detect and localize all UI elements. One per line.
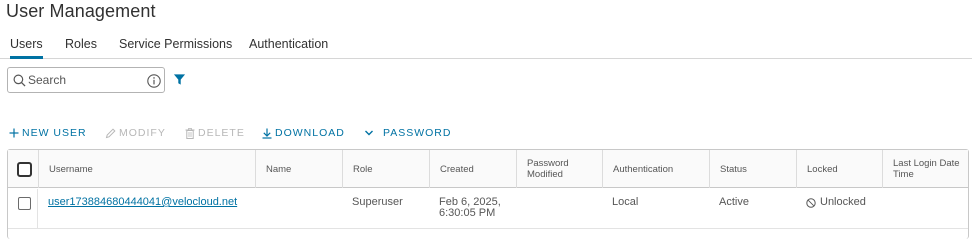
tab-bar: Users Roles Service Permissions Authenti… (0, 37, 972, 59)
download-button[interactable]: DOWNLOAD (262, 127, 345, 139)
cell-authentication: Local (612, 196, 639, 208)
delete-label: DELETE (198, 127, 245, 139)
download-icon (262, 128, 272, 139)
page-title: User Management (6, 1, 156, 21)
column-header-status[interactable]: Status (709, 150, 796, 188)
column-header-role[interactable]: Role (342, 150, 429, 188)
tab-authentication[interactable]: Authentication (249, 37, 328, 59)
tab-roles[interactable]: Roles (65, 37, 97, 59)
unlocked-circle-icon (806, 197, 816, 208)
column-header-last-login[interactable]: Last Login Date Time (882, 150, 968, 188)
chevron-down-icon (365, 130, 373, 136)
download-label: DOWNLOAD (275, 127, 345, 139)
table-header: Username Name Role Created Password Modi… (8, 150, 968, 188)
select-all-checkbox[interactable] (17, 162, 32, 177)
row-select-cell (8, 189, 38, 229)
delete-button[interactable]: DELETE (185, 127, 245, 139)
modify-button[interactable]: MODIFY (105, 127, 166, 139)
trash-icon (185, 127, 195, 139)
filter-icon[interactable] (173, 73, 186, 86)
search-box (7, 67, 165, 93)
search-icon (13, 74, 26, 87)
row-checkbox[interactable] (18, 197, 31, 210)
cell-last-login (882, 189, 968, 229)
column-header-name[interactable]: Name (255, 150, 342, 188)
column-header-authentication[interactable]: Authentication (602, 150, 709, 188)
cell-name (255, 189, 342, 229)
users-table: Username Name Role Created Password Modi… (7, 149, 969, 239)
modify-label: MODIFY (119, 127, 166, 139)
password-label: PASSWORD (383, 127, 452, 139)
table-row[interactable]: user173884680444041@velocloud.net Superu… (8, 189, 968, 229)
column-header-created[interactable]: Created (429, 150, 516, 188)
tab-service-permissions[interactable]: Service Permissions (119, 37, 232, 59)
cell-status: Active (719, 196, 749, 208)
tab-users[interactable]: Users (10, 37, 43, 59)
cell-locked: Unlocked (796, 189, 882, 229)
plus-icon (9, 128, 19, 138)
select-all-cell (8, 150, 38, 188)
new-user-label: NEW USER (22, 127, 87, 139)
pencil-icon (105, 127, 116, 138)
info-icon[interactable] (147, 74, 161, 88)
cell-username: user173884680444041@velocloud.net (38, 189, 255, 229)
column-header-password-modified[interactable]: Password Modified (516, 150, 602, 188)
search-input[interactable] (28, 71, 146, 89)
password-menu-button[interactable]: PASSWORD (364, 127, 451, 139)
cell-role: Superuser (352, 196, 403, 208)
column-header-username[interactable]: Username (38, 150, 255, 188)
locked-status-text: Unlocked (820, 196, 866, 208)
column-header-locked[interactable]: Locked (796, 150, 882, 188)
cell-created: Feb 6, 2025, 6:30:05 PM (439, 196, 501, 219)
cell-password-modified (516, 189, 602, 229)
new-user-button[interactable]: NEW USER (9, 127, 87, 139)
username-link[interactable]: user173884680444041@velocloud.net (48, 196, 237, 208)
